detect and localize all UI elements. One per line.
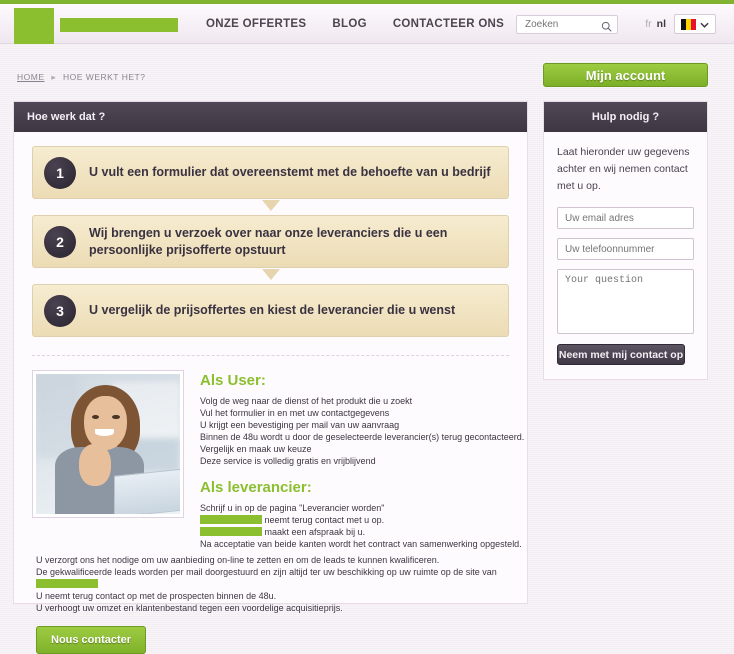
step-item: 3 U vergelijk de prijsoffertes en kiest … [32,284,509,337]
nav-item-contacteer-ons[interactable]: CONTACTEER ONS [393,18,504,30]
redacted-brand-block [200,527,262,536]
detail-line: De gekwalificeerde leads worden per mail… [36,567,497,577]
supplier-line-redacted: neemt terug contact met u op. [200,514,524,526]
nav-item-onze-offertes[interactable]: ONZE OFFERTES [206,18,306,30]
detail-line: U verzorgt ons het nodige om uw aanbiedi… [36,555,440,565]
language-switcher: fr nl [645,18,666,30]
chevron-down-icon [700,15,709,33]
page-title: Hoe werk dat ? [14,102,527,132]
detail-line-redacted [36,578,511,590]
detail-line: U verhoogt uw omzet en klantenbestand te… [36,603,343,613]
als-user-heading: Als User: [200,372,266,389]
roles-section: Als User: Volg de weg naar de dienst of … [14,356,527,550]
nav-item-blog[interactable]: BLOG [332,18,366,30]
help-panel-title: Hulp nodig ? [544,102,707,132]
search-input[interactable] [523,18,601,31]
search-icon[interactable] [601,19,612,37]
als-leverancier-heading: Als leverancier: [200,479,312,496]
question-textarea[interactable] [557,269,694,334]
breadcrumb-separator-icon: ▸ [51,72,57,82]
user-line: Vul het formulier in en met uw contactge… [200,408,390,418]
step-number: 1 [44,156,76,189]
search-box[interactable] [516,15,618,34]
step-item: 2 Wij brengen u verzoek over naar onze l… [32,215,509,280]
step-item: 1 U vult een formulier dat overeenstemt … [32,146,509,211]
step-number: 3 [44,294,76,327]
roles-text: Als User: Volg de weg naar de dienst of … [184,370,524,550]
contact-submit-button[interactable]: Neem met mij contact op [557,344,685,365]
supplier-line-text: maakt een afspraak bij u. [264,527,366,537]
redacted-brand-block [200,515,262,524]
step-text: Wij brengen u verzoek over naar onze lev… [89,225,448,257]
help-intro-text: Laat hieronder uw gegevens achter en wij… [557,146,690,192]
breadcrumb: HOME ▸ HOE WERKT HET? [17,72,145,83]
main-content-panel: Hoe werk dat ? 1 U vult een formulier da… [13,101,528,654]
supplier-line-text: neemt terug contact met u op. [264,515,385,525]
lang-option-fr[interactable]: fr [645,18,651,30]
mijn-account-button[interactable]: Mijn account [543,63,708,87]
email-field[interactable] [557,207,694,229]
supplier-line-redacted: maakt een afspraak bij u. [200,526,524,538]
detail-line: U neemt terug contact op met de prospect… [36,591,277,601]
help-panel-body: Laat hieronder uw gegevens achter en wij… [544,132,707,365]
phone-field[interactable] [557,238,694,260]
breadcrumb-home[interactable]: HOME [17,72,45,82]
step-number: 2 [44,225,76,258]
user-line: U krijgt een bevestiging per mail van uw… [200,420,400,430]
woman-with-laptop-photo [32,370,184,518]
redacted-brand-block [36,579,98,588]
lang-option-nl[interactable]: nl [657,18,666,30]
logo-mark[interactable] [14,8,54,44]
supplier-line: Schrijf u in op de pagina "Leverancier w… [200,503,385,513]
nous-contacter-button[interactable]: Nous contacter [36,626,147,654]
steps-list: 1 U vult een formulier dat overeenstemt … [14,132,527,349]
user-line: Binnen de 48u wordt u door de geselectee… [200,432,525,442]
user-line: Volg de weg naar de dienst of het produk… [200,396,413,406]
logo-wordmark[interactable] [60,18,178,32]
site-header: ONZE OFFERTES BLOG CONTACTEER ONS fr nl [0,4,734,44]
belgium-flag-icon [681,18,696,30]
user-line: Vergelijk en maak uw keuze [200,444,312,454]
main-navigation: ONZE OFFERTES BLOG CONTACTEER ONS [206,4,504,44]
supplier-detail-lines: U verzorgt ons het nodige om uw aanbiedi… [14,550,527,614]
breadcrumb-current: HOE WERKT HET? [63,72,146,82]
country-selector[interactable] [674,14,716,34]
step-text: U vergelijk de prijsoffertes en kiest de… [89,303,456,318]
help-panel: Hulp nodig ? Laat hieronder uw gegevens … [543,101,708,380]
user-line: Deze service is volledig gratis en vrijb… [200,456,376,466]
step-text: U vult een formulier dat overeenstemt me… [89,165,491,180]
supplier-line: Na acceptatie van beide kanten wordt het… [200,539,522,549]
